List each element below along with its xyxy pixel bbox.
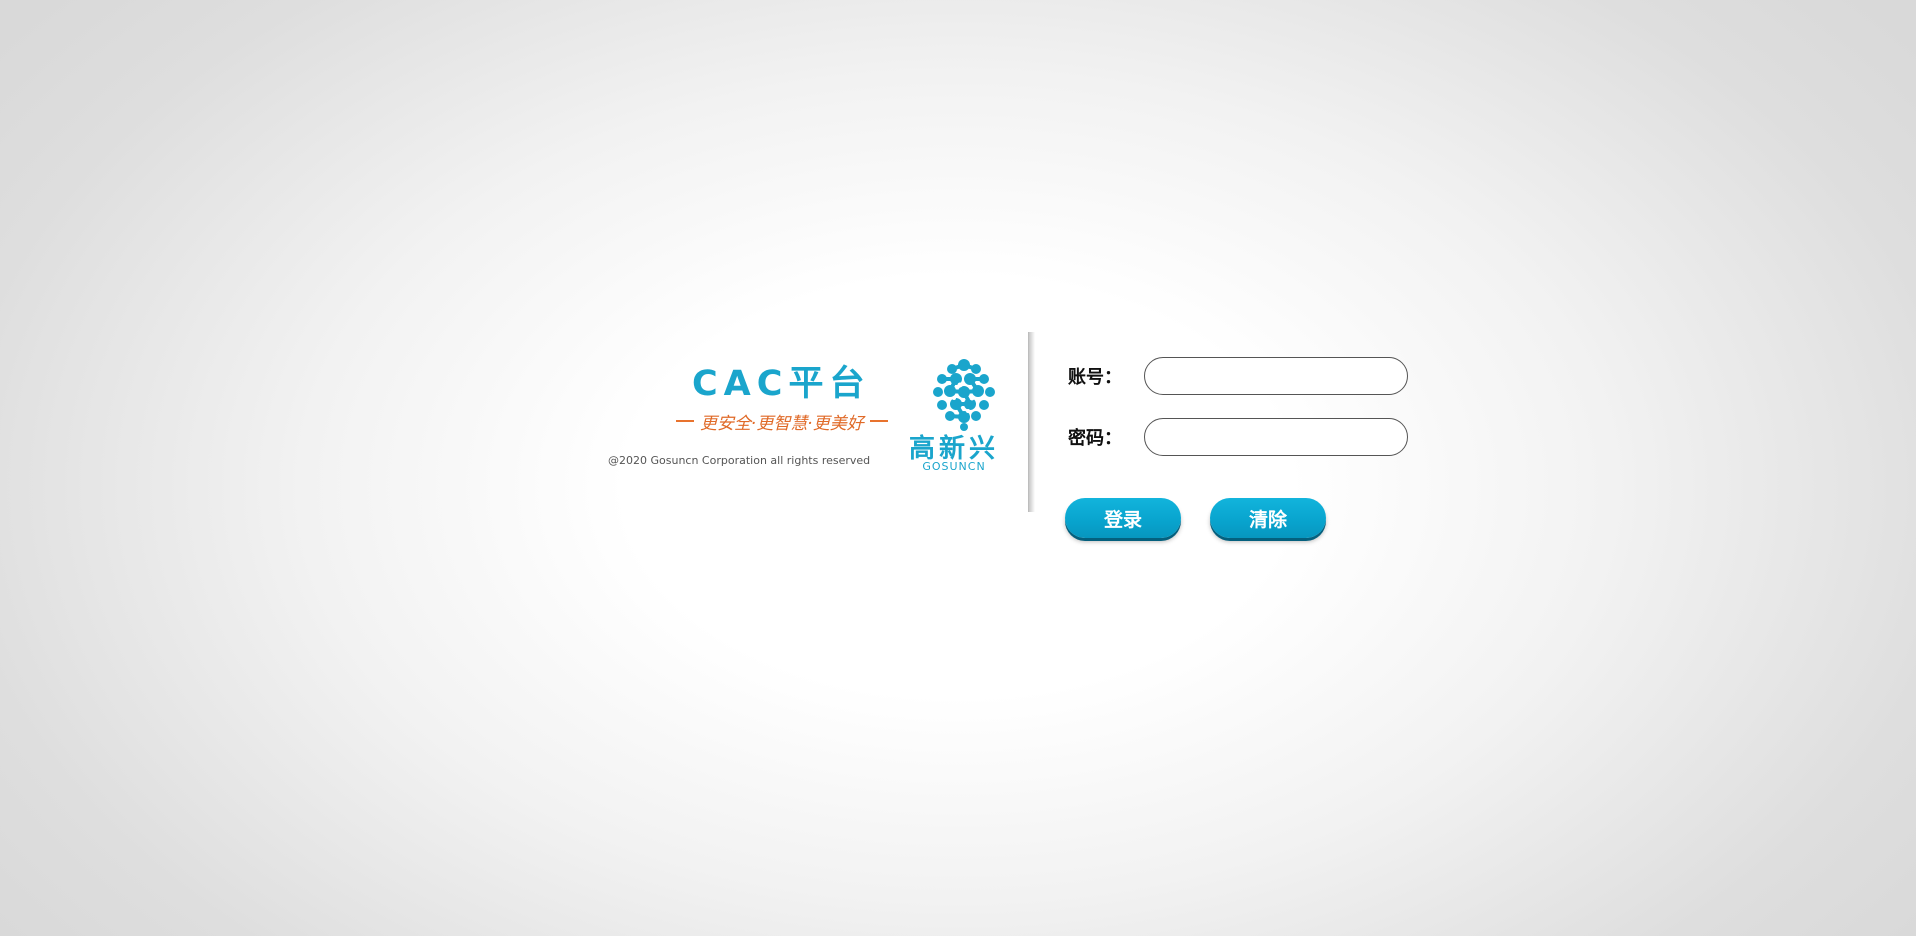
- platform-title: CAC平台: [692, 364, 871, 404]
- password-row: 密码：: [1068, 417, 1408, 457]
- login-box: CAC平台 更安全·更智慧·更美好 @2020 Gosuncn Corporat…: [600, 330, 1420, 550]
- logo-en-text: GOSUNCN: [922, 460, 986, 473]
- slogan-dash-right: [869, 420, 888, 422]
- slogan: 更安全·更智慧·更美好: [676, 408, 896, 434]
- copyright-text: @2020 Gosuncn Corporation all rights res…: [608, 454, 871, 467]
- password-label: 密码：: [1068, 428, 1122, 449]
- password-input[interactable]: [1144, 418, 1408, 456]
- account-row: 账号：: [1068, 356, 1408, 396]
- brand-panel: CAC平台 更安全·更智慧·更美好 @2020 Gosuncn Corporat…: [600, 330, 1035, 520]
- account-input[interactable]: [1144, 357, 1408, 395]
- clear-button[interactable]: 清除: [1210, 498, 1326, 538]
- login-button[interactable]: 登录: [1065, 498, 1181, 538]
- account-label: 账号：: [1068, 367, 1122, 388]
- slogan-dash-left: [676, 420, 694, 422]
- panel-divider: [1028, 332, 1035, 512]
- slogan-text: 更安全·更智慧·更美好: [700, 413, 864, 434]
